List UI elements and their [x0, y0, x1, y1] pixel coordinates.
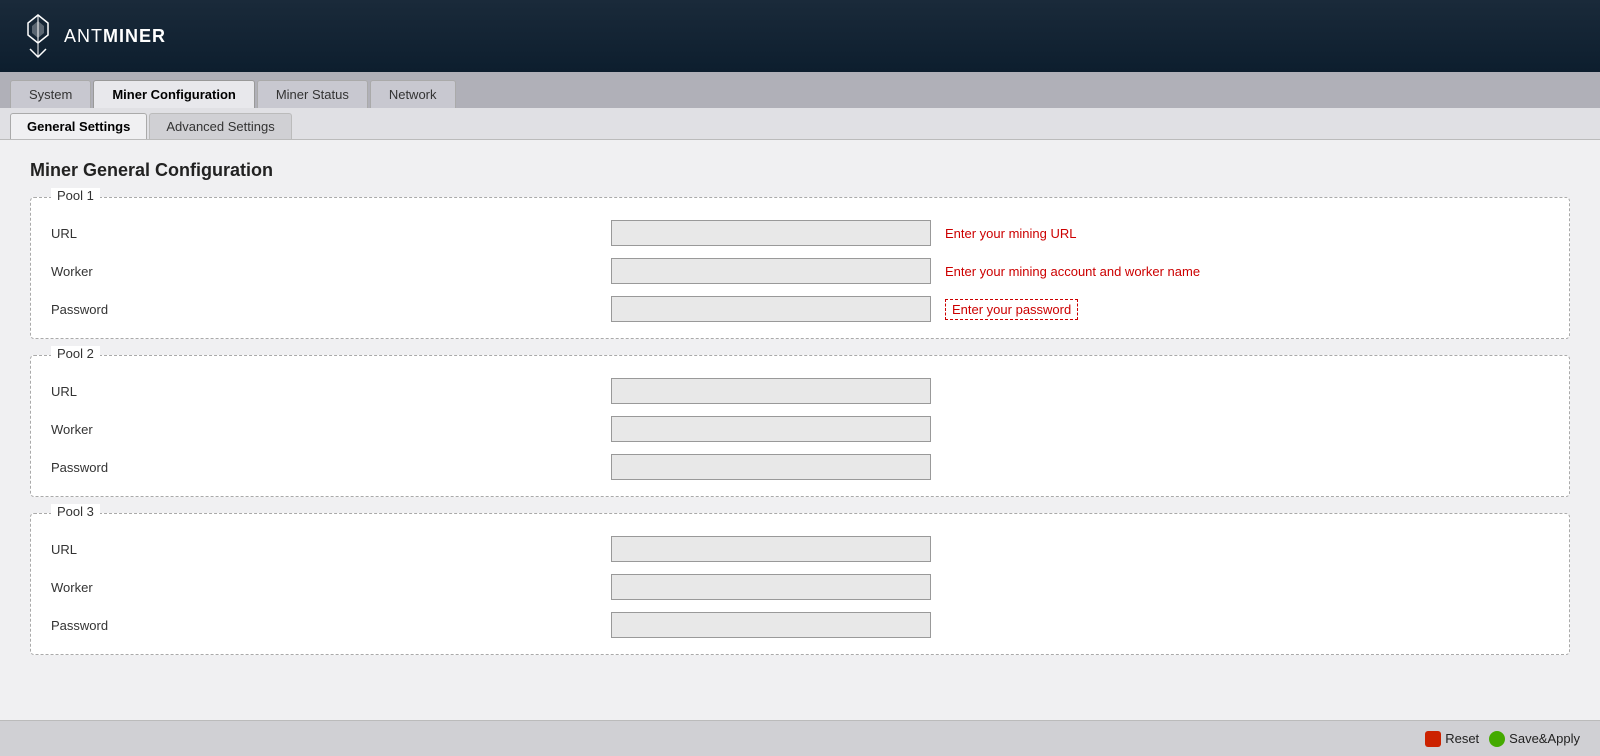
- field-row-pool1-url: URL Enter your mining URL: [51, 220, 1549, 246]
- field-hint-pool1-password: Enter your password: [945, 299, 1078, 320]
- field-label-pool3-password: Password: [51, 618, 611, 633]
- reset-label: Reset: [1445, 731, 1479, 746]
- nav-bar: SystemMiner ConfigurationMiner StatusNet…: [0, 72, 1600, 108]
- field-input-pool1-worker[interactable]: [611, 258, 931, 284]
- sub-tab-advanced-settings[interactable]: Advanced Settings: [149, 113, 291, 139]
- field-input-pool1-url[interactable]: [611, 220, 931, 246]
- logo-area: ANTMINER: [20, 13, 166, 59]
- field-label-pool1-url: URL: [51, 226, 611, 241]
- pool-legend-2: Pool 2: [51, 346, 100, 361]
- field-input-pool2-worker[interactable]: [611, 416, 931, 442]
- field-label-pool3-worker: Worker: [51, 580, 611, 595]
- field-row-pool1-password: Password Enter your password: [51, 296, 1549, 322]
- reset-icon: [1425, 731, 1441, 747]
- nav-tab-miner-configuration[interactable]: Miner Configuration: [93, 80, 255, 108]
- field-row-pool1-worker: Worker Enter your mining account and work…: [51, 258, 1549, 284]
- save-apply-button[interactable]: Save&Apply: [1489, 731, 1580, 747]
- logo-ant: ANT: [64, 26, 103, 46]
- logo-miner: MINER: [103, 26, 166, 46]
- header: ANTMINER: [0, 0, 1600, 72]
- field-input-pool3-worker[interactable]: [611, 574, 931, 600]
- field-input-pool3-password[interactable]: [611, 612, 931, 638]
- field-input-pool2-password[interactable]: [611, 454, 931, 480]
- footer-bar: Reset Save&Apply: [0, 720, 1600, 756]
- field-hint-pool1-url: Enter your mining URL: [945, 226, 1077, 241]
- field-label-pool3-url: URL: [51, 542, 611, 557]
- pool-section-2: Pool 2URLWorkerPassword: [30, 355, 1570, 497]
- field-hint-pool1-worker: Enter your mining account and worker nam…: [945, 264, 1200, 279]
- field-row-pool3-url: URL: [51, 536, 1549, 562]
- reset-button[interactable]: Reset: [1425, 731, 1479, 747]
- nav-tab-system[interactable]: System: [10, 80, 91, 108]
- sub-tab-general-settings[interactable]: General Settings: [10, 113, 147, 139]
- pool-legend-3: Pool 3: [51, 504, 100, 519]
- antminer-logo-icon: [20, 13, 56, 59]
- sub-nav: General SettingsAdvanced Settings: [0, 108, 1600, 140]
- field-label-pool2-url: URL: [51, 384, 611, 399]
- field-input-pool1-password[interactable]: [611, 296, 931, 322]
- field-label-pool2-worker: Worker: [51, 422, 611, 437]
- page-title: Miner General Configuration: [30, 160, 1570, 181]
- pool-legend-1: Pool 1: [51, 188, 100, 203]
- field-row-pool2-url: URL: [51, 378, 1549, 404]
- field-input-pool2-url[interactable]: [611, 378, 931, 404]
- pools-container: Pool 1URLEnter your mining URLWorkerEnte…: [30, 197, 1570, 655]
- field-row-pool2-worker: Worker: [51, 416, 1549, 442]
- pool-section-1: Pool 1URLEnter your mining URLWorkerEnte…: [30, 197, 1570, 339]
- nav-tab-network[interactable]: Network: [370, 80, 456, 108]
- field-row-pool2-password: Password: [51, 454, 1549, 480]
- save-apply-icon: [1489, 731, 1505, 747]
- field-row-pool3-worker: Worker: [51, 574, 1549, 600]
- logo-text: ANTMINER: [64, 26, 166, 47]
- pool-section-3: Pool 3URLWorkerPassword: [30, 513, 1570, 655]
- field-label-pool1-worker: Worker: [51, 264, 611, 279]
- save-apply-label: Save&Apply: [1509, 731, 1580, 746]
- field-input-pool3-url[interactable]: [611, 536, 931, 562]
- field-row-pool3-password: Password: [51, 612, 1549, 638]
- nav-tab-miner-status[interactable]: Miner Status: [257, 80, 368, 108]
- field-label-pool2-password: Password: [51, 460, 611, 475]
- main-content: Miner General Configuration Pool 1 URL Ent…: [0, 140, 1600, 756]
- field-label-pool1-password: Password: [51, 302, 611, 317]
